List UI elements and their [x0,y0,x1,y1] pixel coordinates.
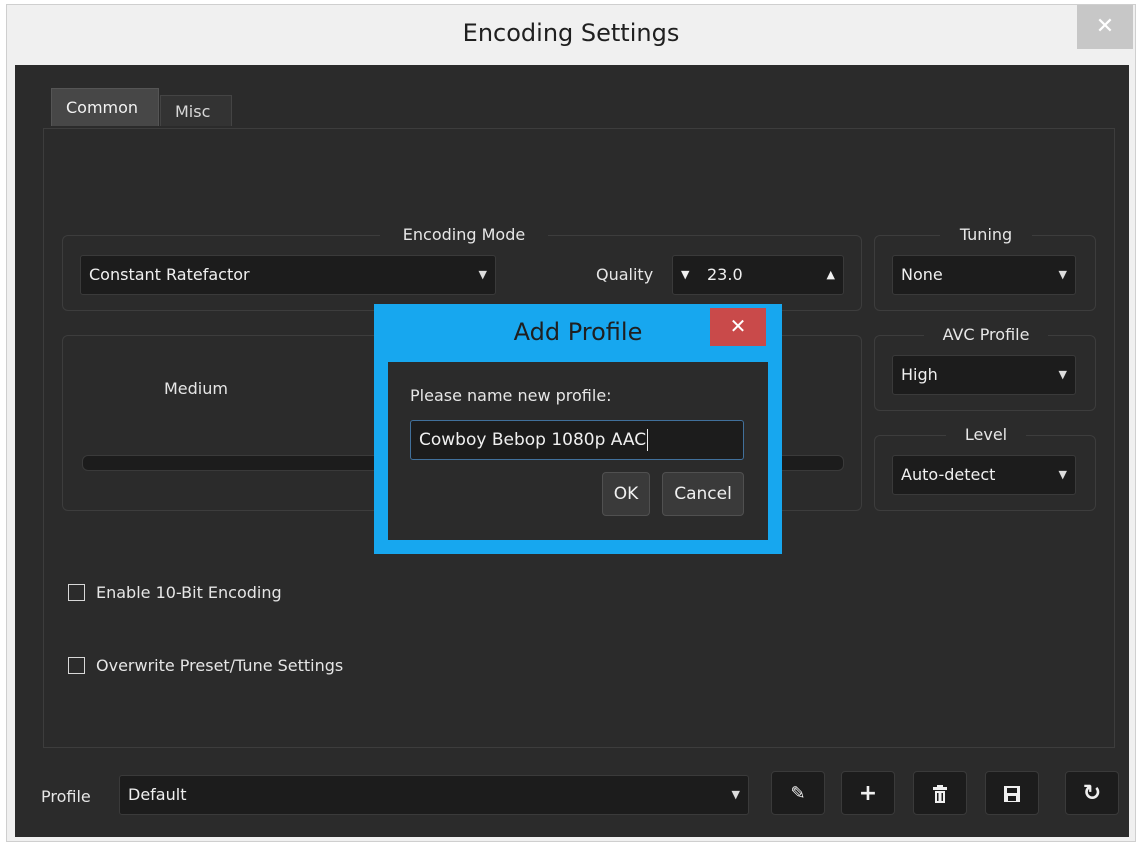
chevron-down-icon: ▼ [478,268,487,281]
overwrite-preset-label[interactable]: Overwrite Preset/Tune Settings [96,656,343,675]
encoding-mode-select[interactable]: Constant Ratefactor ▼ [80,255,496,295]
tab-common[interactable]: Common [51,88,159,126]
chevron-down-icon: ▼ [731,788,740,801]
delete-profile-button[interactable] [913,771,967,815]
profile-name-input[interactable]: Cowboy Bebop 1080p AAC [410,420,744,460]
profile-name-value: Cowboy Bebop 1080p AAC [419,430,647,450]
tab-misc[interactable]: Misc [160,95,232,126]
edit-profile-button[interactable]: ✎ [771,771,825,815]
edit-icon: ✎ [790,783,806,804]
add-profile-dialog: Add Profile ✕ Please name new profile: C… [374,304,782,554]
quality-label: Quality [596,265,654,284]
avc-profile-title: AVC Profile [924,325,1048,344]
cancel-button[interactable]: Cancel [662,472,744,516]
preset-value-label: Medium [164,379,228,398]
dialog-close-button[interactable]: ✕ [710,308,766,346]
avc-profile-select[interactable]: High ▼ [892,355,1076,395]
ok-button[interactable]: OK [602,472,650,516]
profile-label: Profile [41,787,91,806]
chevron-down-icon: ▼ [1058,368,1067,381]
profile-value: Default [128,785,187,804]
reload-icon: ↻ [1082,781,1102,806]
tuning-select[interactable]: None ▼ [892,255,1076,295]
window-title: Encoding Settings [462,19,680,47]
quality-spinbox[interactable]: ▼ 23.0 ▲ [672,255,844,295]
text-cursor [647,429,649,451]
level-value: Auto-detect [901,465,996,484]
reload-profile-button[interactable]: ↻ [1065,771,1119,815]
encoding-mode-title: Encoding Mode [380,225,548,244]
chevron-down-icon: ▼ [1058,468,1067,481]
increment-arrow-icon[interactable]: ▲ [827,256,835,294]
level-select[interactable]: Auto-detect ▼ [892,455,1076,495]
encoding-mode-value: Constant Ratefactor [89,265,250,284]
save-icon [1004,786,1020,802]
dialog-body: Please name new profile: Cowboy Bebop 10… [388,362,768,540]
tuning-title: Tuning [940,225,1032,244]
save-profile-button[interactable] [985,771,1039,815]
title-bar[interactable]: Encoding Settings ✕ [7,5,1135,65]
avc-profile-value: High [901,365,938,384]
trash-icon [933,785,947,803]
profile-select[interactable]: Default ▼ [119,775,749,815]
window-close-button[interactable]: ✕ [1077,5,1133,49]
decrement-arrow-icon[interactable]: ▼ [681,256,689,294]
dialog-prompt: Please name new profile: [410,386,612,405]
enable-10bit-checkbox[interactable] [68,584,85,601]
add-profile-button[interactable]: + [841,771,895,815]
quality-value: 23.0 [707,265,743,284]
add-icon: + [858,781,878,806]
enable-10bit-label[interactable]: Enable 10-Bit Encoding [96,583,282,602]
overwrite-preset-checkbox[interactable] [68,657,85,674]
chevron-down-icon: ▼ [1058,268,1067,281]
level-title: Level [946,425,1026,444]
tuning-value: None [901,265,943,284]
